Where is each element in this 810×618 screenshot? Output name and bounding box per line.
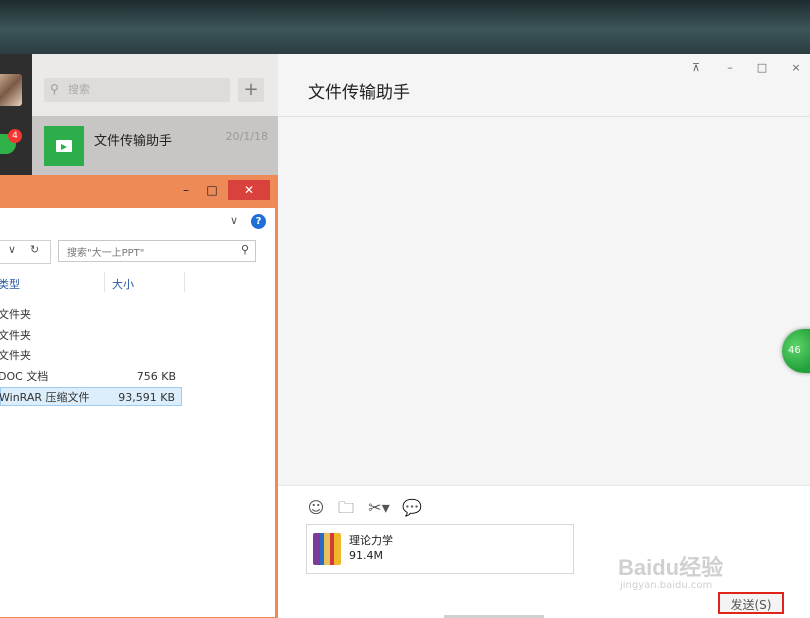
chevron-down-icon[interactable]: ∨	[230, 214, 238, 227]
maximize-button[interactable]: □	[202, 180, 222, 200]
explorer-search-input[interactable]: 搜索"大一上PPT" ⚲	[58, 240, 256, 262]
file-type: 文件夹	[0, 308, 31, 321]
table-row[interactable]: 文件夹	[0, 305, 182, 324]
chat-main-panel: ⊼ – □ × 文件传输助手 46 ☺ 🗀 ✂▾ 💬 理论力学 91.4M Ba…	[278, 54, 810, 618]
watermark-url: jingyan.baidu.com	[620, 580, 713, 591]
file-type: WinRAR 压缩文件	[0, 391, 90, 404]
folder-transfer-icon	[56, 140, 72, 152]
table-row-selected[interactable]: WinRAR 压缩文件 93,591 KB	[0, 387, 182, 406]
search-icon: ⚲	[240, 243, 249, 256]
search-icon: ⚲	[50, 82, 59, 96]
send-button[interactable]: 发送(S)	[718, 592, 784, 614]
winrar-archive-icon	[313, 533, 341, 565]
file-transfer-avatar	[44, 126, 84, 166]
page-title: 文件传输助手	[308, 83, 410, 103]
help-icon[interactable]: ?	[251, 214, 266, 229]
file-type: 文件夹	[0, 329, 31, 342]
floating-ball-widget[interactable]: 46	[782, 329, 810, 373]
close-button[interactable]: ✕	[228, 180, 270, 200]
file-type: DOC 文档	[0, 370, 49, 383]
emoji-icon[interactable]: ☺	[306, 498, 326, 518]
file-size: 756 KB	[136, 370, 176, 383]
chat-bubble-icon[interactable]: 💬	[402, 498, 422, 518]
maximize-icon[interactable]: □	[752, 60, 772, 76]
pin-icon[interactable]: ⊼	[686, 60, 706, 76]
chat-list-item[interactable]: 文件传输助手 20/1/18	[32, 116, 278, 180]
table-row[interactable]: 文件夹	[0, 326, 182, 345]
chat-date: 20/1/18	[225, 130, 268, 143]
minimize-icon[interactable]: –	[720, 60, 740, 76]
column-header-size[interactable]: 大小	[112, 276, 134, 292]
search-placeholder: 搜索	[68, 83, 90, 96]
divider	[184, 272, 185, 292]
divider	[104, 272, 105, 292]
file-type: 文件夹	[0, 349, 31, 362]
file-explorer-window: – □ ✕ ∨ ? ∨ ↻ 搜索"大一上PPT" ⚲ 类型 大小 文件夹 文件夹…	[0, 178, 275, 617]
folder-icon[interactable]: 🗀	[336, 498, 356, 518]
search-placeholder: 搜索"大一上PPT"	[67, 248, 145, 259]
refresh-icon[interactable]: ↻	[30, 243, 39, 256]
file-attachment[interactable]: 理论力学 91.4M	[306, 524, 574, 574]
search-input[interactable]: ⚲ 搜索	[44, 78, 230, 102]
watermark-logo: Baidu经验	[618, 555, 724, 580]
chevron-down-icon[interactable]: ∨	[8, 243, 16, 256]
desktop-background	[0, 0, 810, 54]
message-input-area[interactable]: ☺ 🗀 ✂▾ 💬 理论力学 91.4M Baidu经验 jingyan.baid…	[278, 485, 810, 618]
attachment-size: 91.4M	[349, 549, 383, 562]
close-icon[interactable]: ×	[786, 60, 806, 76]
chat-name: 文件传输助手	[94, 134, 173, 149]
address-bar-controls: ∨ ↻	[0, 240, 51, 264]
minimize-button[interactable]: –	[176, 180, 196, 200]
explorer-titlebar[interactable]: – □ ✕	[0, 178, 275, 208]
scissors-icon[interactable]: ✂▾	[366, 498, 392, 518]
file-size: 93,591 KB	[118, 391, 175, 404]
table-row[interactable]: DOC 文档 756 KB	[0, 367, 182, 386]
explorer-ribbon: ∨ ?	[0, 208, 275, 236]
column-header-type[interactable]: 类型	[0, 276, 20, 292]
add-chat-button[interactable]: +	[238, 78, 264, 102]
message-area[interactable]: 46	[278, 117, 810, 485]
table-row[interactable]: 文件夹	[0, 346, 182, 365]
avatar[interactable]	[0, 74, 22, 106]
attachment-name: 理论力学	[349, 534, 393, 547]
unread-badge: 4	[8, 129, 22, 143]
